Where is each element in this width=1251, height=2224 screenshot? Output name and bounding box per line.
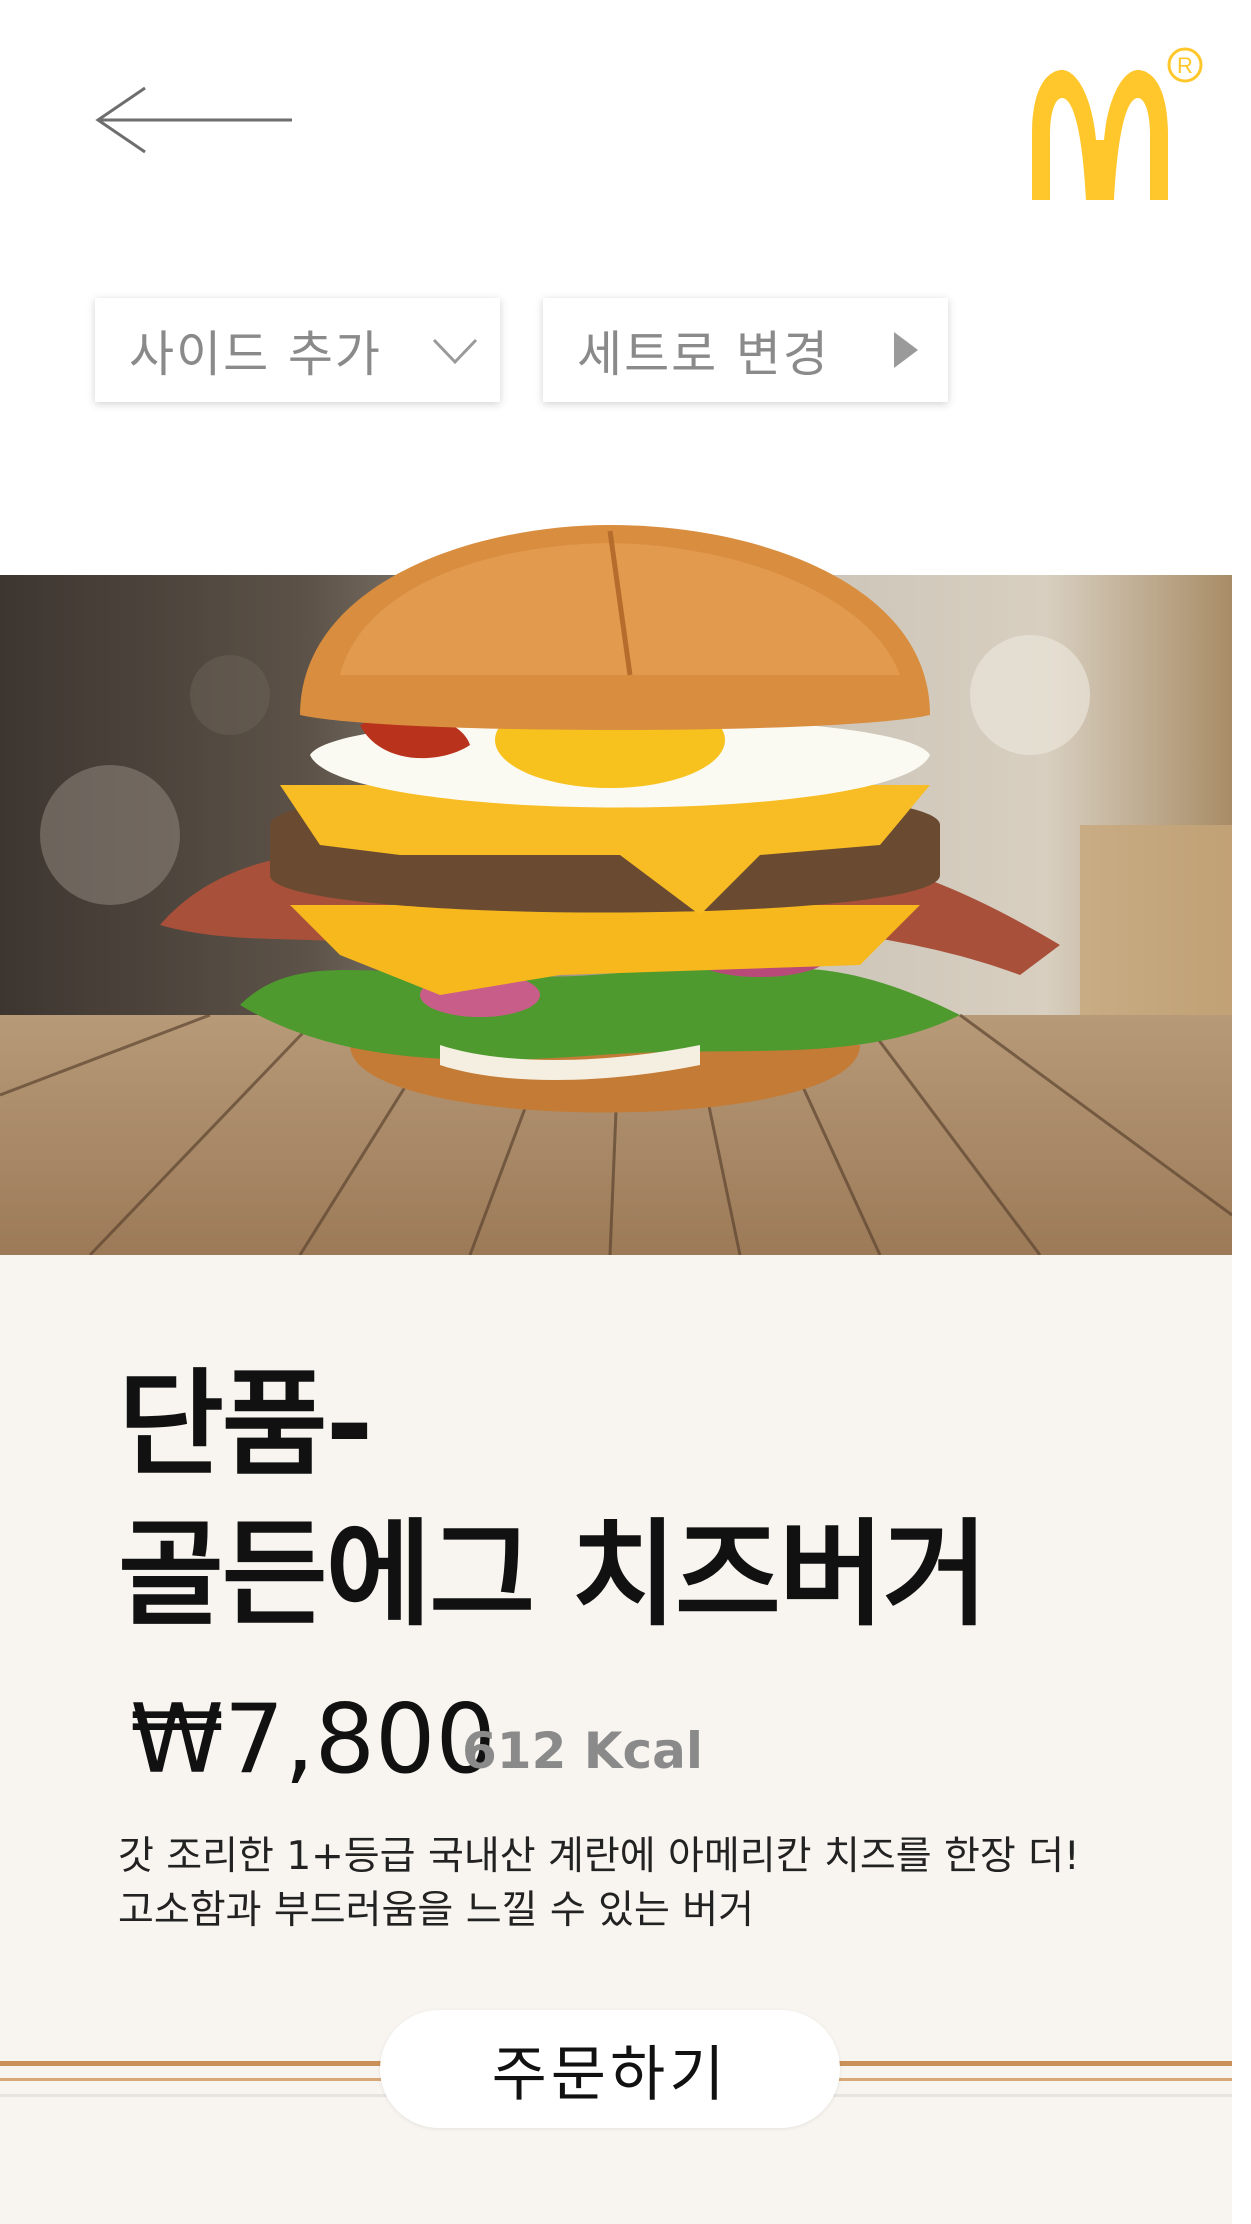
product-kcal: 612 Kcal [462,1722,704,1780]
description-line2: 고소함과 부드러움을 느낄 수 있는 버거 [118,1888,755,1933]
product-price: ₩7,800 [130,1685,496,1795]
add-side-label: 사이드 추가 [129,325,382,383]
description-line1: 갓 조리한 1+등급 국내산 계란에 아메리칸 치즈를 한장 더! [118,1834,1080,1879]
change-to-set-button[interactable]: 세트로 변경 [543,298,948,402]
order-button-label: 주문하기 [491,2039,729,2110]
burger-photo [160,525,1060,1113]
product-title-line1: 단품- [118,1358,373,1492]
mcdonalds-logo: R [1010,40,1210,210]
back-button[interactable] [90,80,300,160]
product-description: 갓 조리한 1+등급 국내산 계란에 아메리칸 치즈를 한장 더! 고소함과 부… [118,1830,1198,1938]
golden-arches-logo: R [1032,47,1203,200]
chevron-down-icon [432,338,478,365]
add-side-dropdown[interactable]: 사이드 추가 [95,298,500,402]
product-title-line2: 골든에그 치즈버거 [118,1508,988,1642]
arrow-left-icon [95,86,292,154]
product-detail-screen: { "header": { "back_icon": "arrow-left-i… [0,0,1251,2224]
product-title: 단품- 골든에그 치즈버거 [118,1350,1118,1650]
change-to-set-label: 세트로 변경 [577,325,830,383]
order-button[interactable]: 주문하기 [380,2010,840,2128]
right-gutter [1232,0,1251,2224]
triangle-right-icon [894,332,918,368]
registered-mark: R [1177,53,1193,78]
